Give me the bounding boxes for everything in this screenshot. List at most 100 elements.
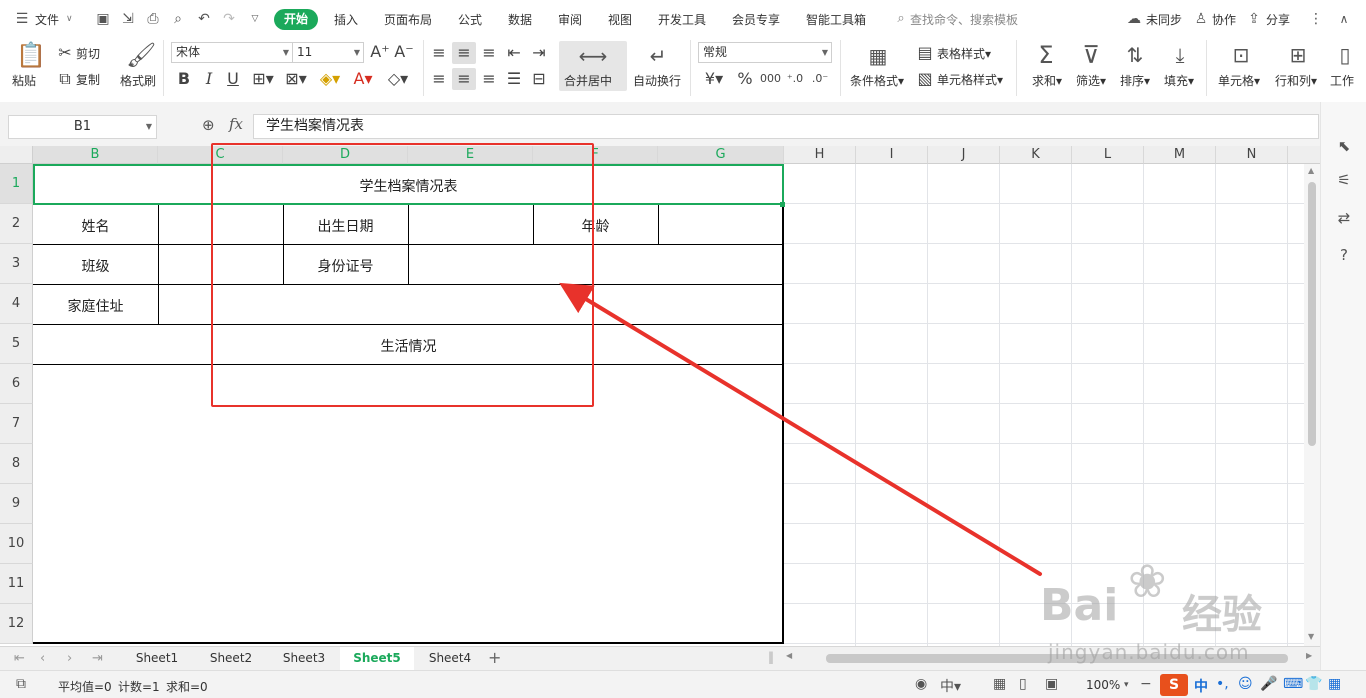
vertical-scrollbar[interactable]: ▲ ▼ (1304, 164, 1320, 646)
row-header-4[interactable]: 4 (0, 284, 33, 324)
sum-icon[interactable]: Σ (1034, 42, 1058, 68)
cell-class-label[interactable]: 班级 (33, 256, 158, 276)
paste-button[interactable]: 粘贴 (12, 72, 36, 89)
number-format-select[interactable]: 常规 ▼ (698, 42, 832, 63)
last-sheet-icon[interactable]: ⇥ (92, 651, 103, 666)
align-right-icon[interactable]: ≡ (480, 70, 498, 88)
borders-icon[interactable]: ⊞▾ (250, 70, 276, 88)
row-header-5[interactable]: 5 (0, 324, 33, 364)
column-header-j[interactable]: J (928, 146, 1000, 164)
file-dropdown-icon[interactable]: ∨ (66, 14, 73, 24)
tab-formula[interactable]: 公式 (458, 11, 482, 28)
decrease-decimal-icon[interactable]: .0⁻ (810, 70, 830, 88)
name-box[interactable]: B1 ▼ (8, 115, 157, 139)
cell-id-number-label[interactable]: 身份证号 (283, 256, 408, 276)
ime-chinese-icon[interactable]: 中 (1194, 676, 1208, 696)
sheet-tab-sheet2[interactable]: Sheet2 (194, 647, 268, 670)
row-col-button[interactable]: 行和列▾ (1275, 72, 1317, 89)
row-header-10[interactable]: 10 (0, 524, 33, 564)
decrease-indent-icon[interactable]: ⇤ (505, 44, 523, 62)
fill-handle[interactable] (780, 202, 785, 207)
ime-keyboard-icon[interactable]: ⌨ (1283, 676, 1303, 692)
wrap-text-button[interactable]: 自动换行 (633, 72, 681, 89)
sync-status[interactable]: 未同步 (1146, 11, 1182, 28)
cell-icon[interactable]: ⊡ (1228, 42, 1254, 68)
row-header-3[interactable]: 3 (0, 244, 33, 284)
ime-voice-icon[interactable]: 🎤 (1260, 676, 1277, 692)
column-header-f[interactable]: F (533, 146, 658, 164)
justify-icon[interactable]: ☰ (505, 70, 523, 88)
help-icon[interactable]: ? (1334, 245, 1354, 265)
fx-icon[interactable]: fx (229, 115, 243, 133)
percent-icon[interactable]: % (736, 70, 754, 88)
ime-punct-icon[interactable]: •, (1216, 676, 1229, 692)
clear-format-icon[interactable]: ◇▾ (385, 70, 411, 88)
font-name-select[interactable]: 宋体 ▼ (171, 42, 293, 63)
copy-button[interactable]: 复制 (76, 71, 100, 88)
row-header-8[interactable]: 8 (0, 444, 33, 484)
sheet-tab-sheet3[interactable]: Sheet3 (268, 647, 340, 670)
format-painter-icon[interactable]: 🖌 (126, 42, 156, 68)
italic-icon[interactable]: I (200, 70, 218, 88)
eye-protection-icon[interactable]: ◉ (915, 676, 927, 692)
table-style-icon[interactable]: ▤ (916, 44, 934, 62)
thousands-separator-icon[interactable]: 000 (760, 70, 781, 88)
column-header-m[interactable]: M (1144, 146, 1216, 164)
ime-logo-icon[interactable]: S (1160, 674, 1188, 696)
tab-review[interactable]: 审阅 (558, 11, 582, 28)
column-header-c[interactable]: C (158, 146, 283, 164)
column-header-i[interactable]: I (856, 146, 928, 164)
file-menu[interactable]: 文件 (35, 11, 59, 28)
merge-center-button[interactable]: 合并居中 (564, 72, 612, 89)
cell-age-label[interactable]: 年龄 (533, 216, 658, 236)
sheet-tab-sheet4[interactable]: Sheet4 (414, 647, 486, 670)
formula-input[interactable]: 学生档案情况表 (253, 114, 1319, 139)
bold-icon[interactable]: B (175, 70, 193, 88)
save-icon[interactable]: ▣ (95, 11, 111, 27)
more-options-icon[interactable]: ⋮ (1308, 11, 1324, 27)
print-preview-icon[interactable]: ⌕ (170, 11, 186, 27)
tab-page-layout[interactable]: 页面布局 (384, 11, 432, 28)
row-header-2[interactable]: 2 (0, 204, 33, 244)
cut-icon[interactable]: ✂ (56, 44, 74, 62)
row-header-6[interactable]: 6 (0, 364, 33, 404)
cell-name-label[interactable]: 姓名 (33, 216, 158, 236)
row-col-icon[interactable]: ⊞ (1285, 42, 1311, 68)
worksheet-button[interactable]: 工作 (1330, 72, 1354, 89)
sort-icon[interactable]: ⇅ (1123, 42, 1147, 68)
dropdown-arrow-icon[interactable]: ▼ (146, 116, 152, 138)
zoom-level[interactable]: 100% (1086, 678, 1120, 692)
add-sheet-icon[interactable]: + (488, 648, 501, 667)
command-search[interactable]: 查找命令、搜索模板 (910, 11, 1018, 28)
cell-life-label[interactable]: 生活情况 (33, 336, 784, 356)
sum-button[interactable]: 求和▾ (1032, 72, 1062, 89)
hamburger-menu-icon[interactable]: ☰ (14, 11, 30, 27)
scroll-left-icon[interactable]: ◀ (786, 651, 792, 660)
currency-icon[interactable]: ¥▾ (703, 70, 725, 88)
zoom-lookup-icon[interactable]: ⊕ (202, 116, 215, 134)
increase-indent-icon[interactable]: ⇥ (530, 44, 548, 62)
filter-button[interactable]: 筛选▾ (1076, 72, 1106, 89)
font-size-select[interactable]: 11 ▼ (292, 42, 364, 63)
tab-splitter-icon[interactable]: ‖ (768, 650, 774, 664)
align-left-icon[interactable]: ≡ (430, 70, 448, 88)
export-icon[interactable]: ⇲ (120, 11, 136, 27)
scroll-down-icon[interactable]: ▼ (1308, 632, 1314, 641)
sheet-tab-sheet1[interactable]: Sheet1 (120, 647, 194, 670)
tab-smart-toolbox[interactable]: 智能工具箱 (806, 11, 866, 28)
underline-icon[interactable]: U (224, 70, 242, 88)
cell-style-icon[interactable]: ▧ (916, 70, 934, 88)
decrease-font-icon[interactable]: A⁻ (394, 43, 414, 61)
cell-title[interactable]: 学生档案情况表 (33, 176, 784, 196)
align-top-icon[interactable]: ≡ (430, 44, 448, 62)
column-header-h[interactable]: H (784, 146, 856, 164)
merge-center-icon[interactable]: ⟷ (578, 43, 608, 69)
align-center-icon[interactable]: ≡ (455, 70, 473, 88)
column-header-k[interactable]: K (1000, 146, 1072, 164)
scroll-up-icon[interactable]: ▲ (1308, 166, 1314, 175)
column-header-d[interactable]: D (283, 146, 408, 164)
collaborate-button[interactable]: 协作 (1212, 11, 1236, 28)
row-header-11[interactable]: 11 (0, 564, 33, 604)
row-header-12[interactable]: 12 (0, 604, 33, 644)
sort-button[interactable]: 排序▾ (1120, 72, 1150, 89)
